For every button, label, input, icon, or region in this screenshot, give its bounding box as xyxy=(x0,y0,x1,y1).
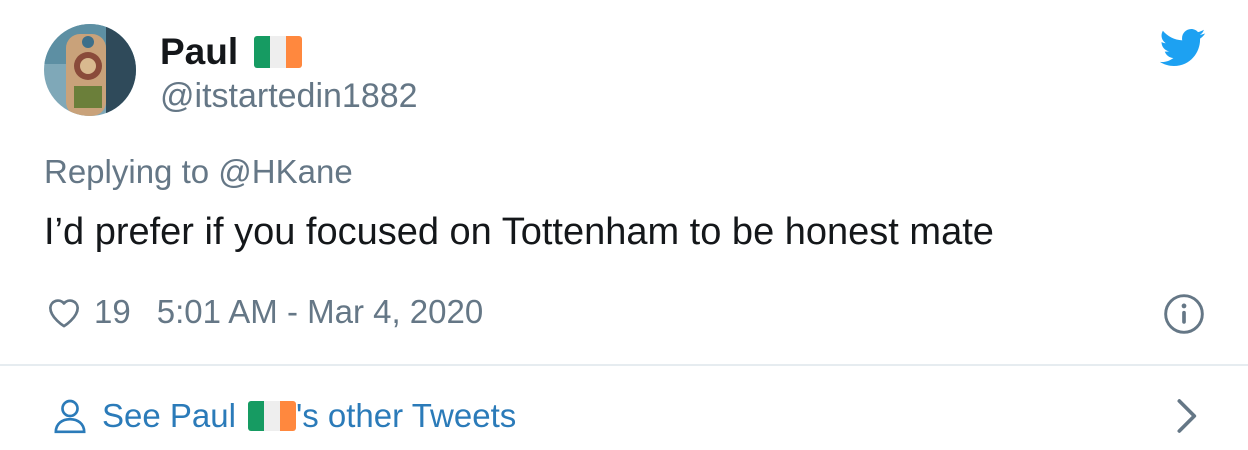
ireland-flag-icon xyxy=(254,36,303,68)
reply-target-link[interactable]: @HKane xyxy=(218,153,352,190)
see-others-prefix: See Paul xyxy=(102,397,236,434)
see-others-suffix: 's other Tweets xyxy=(295,397,517,434)
info-icon[interactable] xyxy=(1162,292,1206,336)
heart-icon[interactable] xyxy=(44,292,84,332)
replying-to: Replying to @HKane xyxy=(44,150,353,194)
author-name-row[interactable]: Paul xyxy=(160,30,303,74)
person-icon xyxy=(54,399,86,434)
like-count[interactable]: 19 xyxy=(94,293,131,331)
display-name[interactable]: Paul xyxy=(160,30,238,74)
ireland-flag-icon xyxy=(247,401,296,431)
avatar[interactable] xyxy=(44,24,136,116)
see-other-tweets-link[interactable]: See Paul 's other Tweets xyxy=(44,392,516,440)
replying-prefix: Replying to xyxy=(44,153,219,190)
tweet-card: Paul @itstartedin1882 Replying to @HKane… xyxy=(0,0,1248,450)
author-handle[interactable]: @itstartedin1882 xyxy=(160,76,418,116)
chevron-right-icon[interactable] xyxy=(1168,396,1204,436)
tweet-meta: 19 5:01 AM - Mar 4, 2020 xyxy=(44,290,483,334)
divider xyxy=(0,364,1248,366)
tweet-timestamp[interactable]: 5:01 AM - Mar 4, 2020 xyxy=(157,293,484,331)
tweet-text: I’d prefer if you focused on Tottenham t… xyxy=(44,211,994,253)
twitter-bird-icon[interactable] xyxy=(1160,28,1206,68)
